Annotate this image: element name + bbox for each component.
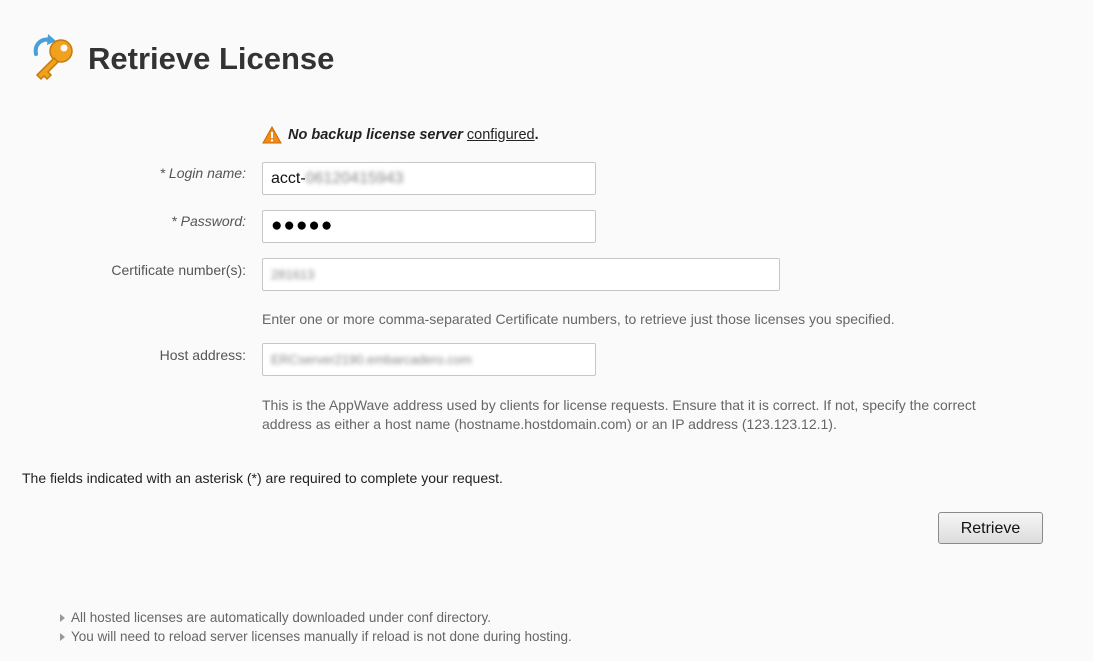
page-title: Retrieve License bbox=[88, 41, 335, 76]
login-name-label: * Login name: bbox=[159, 165, 246, 181]
configured-link[interactable]: configured bbox=[467, 127, 535, 143]
password-label: * Password: bbox=[171, 213, 246, 229]
retrieve-button[interactable]: Retrieve bbox=[938, 512, 1043, 544]
required-fields-note: The fields indicated with an asterisk (*… bbox=[22, 470, 503, 486]
host-address-input[interactable]: ERCserver2190.embarcadero.com bbox=[262, 343, 596, 376]
certificate-input[interactable]: 281613 bbox=[262, 258, 780, 291]
list-item: You will need to reload server licenses … bbox=[60, 627, 572, 646]
password-value: ●●●●● bbox=[271, 215, 334, 236]
note-text: You will need to reload server licenses … bbox=[71, 629, 572, 644]
backup-server-warning: No backup license server configured . bbox=[262, 126, 539, 144]
certificate-label: Certificate number(s): bbox=[111, 262, 246, 278]
certificate-value: 281613 bbox=[271, 267, 315, 282]
host-address-value: ERCserver2190.embarcadero.com bbox=[271, 352, 472, 367]
list-item: All hosted licenses are automatically do… bbox=[60, 608, 572, 627]
warning-text: No backup license server bbox=[288, 127, 463, 143]
login-name-value-prefix: acct- bbox=[271, 170, 306, 187]
bullet-arrow-icon bbox=[60, 613, 65, 622]
login-name-input[interactable]: acct-06120415943 bbox=[262, 162, 596, 195]
warning-icon bbox=[262, 126, 282, 144]
login-name-value-blurred: 06120415943 bbox=[305, 170, 404, 187]
notes-list: All hosted licenses are automatically do… bbox=[60, 608, 572, 646]
warning-period: . bbox=[534, 127, 539, 143]
host-address-label: Host address: bbox=[159, 347, 246, 363]
note-text: All hosted licenses are automatically do… bbox=[71, 610, 491, 625]
page-header: Retrieve License bbox=[28, 32, 334, 84]
bullet-arrow-icon bbox=[60, 632, 65, 641]
password-input[interactable]: ●●●●● bbox=[262, 210, 596, 243]
certificate-hint: Enter one or more comma-separated Certif… bbox=[262, 311, 895, 327]
host-address-hint: This is the AppWave address used by clie… bbox=[262, 397, 976, 432]
key-icon bbox=[28, 32, 80, 84]
